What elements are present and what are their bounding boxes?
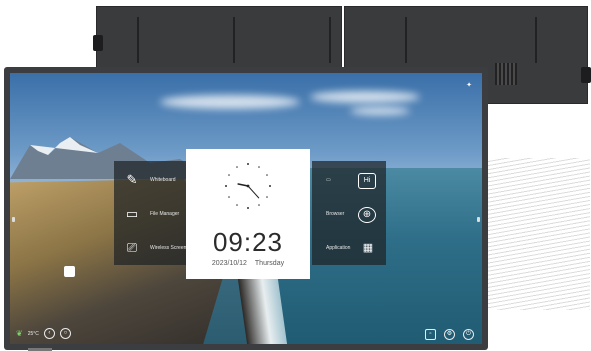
status-bar: ❦ 25°C ‹ ○ ▫ ⚙ ⏻	[10, 326, 482, 344]
source-item[interactable]: ▭ Hi	[312, 163, 386, 197]
left-edge-handle[interactable]	[12, 217, 15, 222]
source-input-icon: Hi	[358, 173, 376, 189]
screen-cast-icon: ⎚	[126, 240, 138, 255]
apps-grid-icon: ▦	[362, 242, 374, 254]
left-app-panel: ✎ Whiteboard ▭ File Manager ⎚ Wireless S…	[114, 161, 188, 265]
date-text: 2023/10/12	[211, 260, 247, 267]
file-manager-item[interactable]: ▭ File Manager	[114, 197, 188, 231]
folder-icon: ▭	[125, 206, 139, 221]
wireless-screen-label: Wireless Screen	[150, 245, 187, 251]
power-icon[interactable]: ⏻	[463, 329, 474, 340]
settings-icon[interactable]: ⚙	[444, 329, 455, 340]
globe-icon: ⊕	[358, 207, 376, 223]
settings-corner-icon[interactable]: ✦	[466, 81, 472, 89]
browser-label: Browser	[326, 211, 345, 217]
screenshot-icon[interactable]: ▫	[425, 329, 436, 340]
right-app-panel: ▭ Hi Browser ⊕ Application ▦	[312, 161, 386, 265]
file-manager-label: File Manager	[150, 211, 180, 217]
home-icon[interactable]: ○	[59, 328, 71, 339]
application-label: Application	[326, 245, 351, 251]
source-label: ▭	[326, 177, 331, 183]
leaf-icon: ❦	[16, 329, 23, 338]
rear-panel-left	[93, 6, 342, 74]
whiteboard-item[interactable]: ✎ Whiteboard	[114, 163, 188, 197]
rear-shadow	[488, 158, 590, 310]
home-screen: ✦ ✎ Whiteboard ▭ File Manager ⎚ Wireless…	[10, 73, 482, 344]
weekday-text: Thursday	[254, 260, 285, 267]
application-item[interactable]: Application ▦	[312, 231, 386, 265]
clock-widget[interactable]: 09:23 2023/10/12 Thursday	[186, 149, 310, 279]
browser-item[interactable]: Browser ⊕	[312, 197, 386, 231]
temperature-text: 25°C	[27, 330, 39, 337]
date-line: 2023/10/12 Thursday	[186, 260, 310, 267]
digital-time: 09:23	[212, 227, 284, 257]
right-edge-handle[interactable]	[477, 217, 480, 222]
wireless-screen-item[interactable]: ⎚ Wireless Screen	[114, 231, 188, 265]
interactive-display: ✦ ✎ Whiteboard ▭ File Manager ⎚ Wireless…	[4, 67, 488, 350]
analog-clock	[225, 163, 271, 209]
back-icon[interactable]: ‹	[43, 328, 55, 339]
pen-signature-icon: ✎	[126, 172, 138, 187]
floating-menu-button[interactable]	[64, 266, 75, 277]
whiteboard-label: Whiteboard	[150, 177, 176, 183]
